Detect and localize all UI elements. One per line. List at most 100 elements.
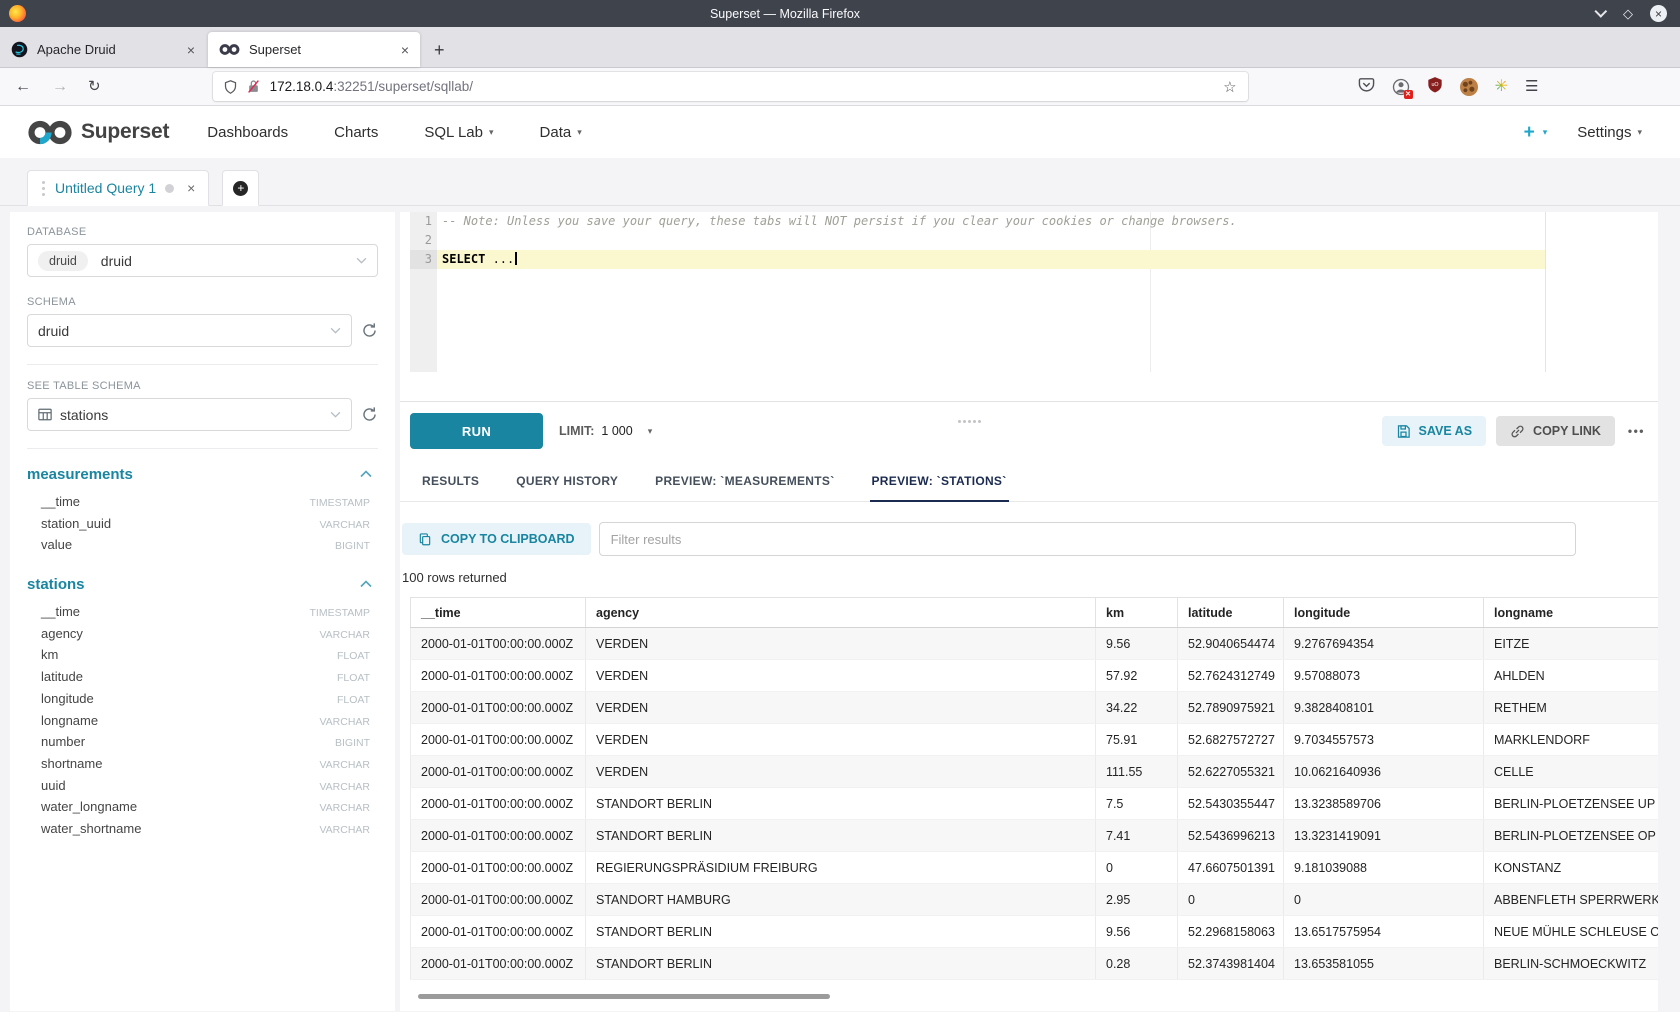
add-query-tab-button[interactable]: + bbox=[222, 170, 259, 206]
table-cell: RETHEM bbox=[1484, 692, 1659, 724]
refresh-table-icon[interactable] bbox=[361, 406, 378, 423]
menu-icon[interactable]: ☰ bbox=[1525, 79, 1538, 94]
column-name: water_shortname bbox=[41, 821, 141, 836]
pocket-icon[interactable] bbox=[1358, 76, 1375, 98]
copy-link-button[interactable]: COPY LINK bbox=[1496, 416, 1615, 446]
table-row: 2000-01-01T00:00:00.000ZREGIERUNGSPRÄSID… bbox=[411, 852, 1659, 884]
window-minimize-icon[interactable] bbox=[1594, 5, 1607, 18]
ublock-icon[interactable]: uO bbox=[1427, 76, 1443, 98]
bookmark-star-icon[interactable]: ☆ bbox=[1223, 78, 1236, 96]
firefox-icon bbox=[9, 5, 26, 22]
browser-tab-title: Superset bbox=[249, 42, 301, 57]
window-close-icon[interactable]: × bbox=[1650, 5, 1667, 22]
database-type-pill: druid bbox=[38, 251, 88, 271]
table-cell: STANDORT HAMBURG bbox=[586, 884, 1096, 916]
results-tab[interactable]: QUERY HISTORY bbox=[514, 474, 620, 501]
table-cell: 57.92 bbox=[1096, 660, 1178, 692]
new-tab-button[interactable]: + bbox=[434, 41, 445, 59]
nav-item-data[interactable]: Data▾ bbox=[540, 124, 582, 141]
column-name: station_uuid bbox=[41, 516, 111, 531]
results-tab[interactable]: PREVIEW: `STATIONS` bbox=[870, 474, 1009, 501]
results-tab[interactable]: RESULTS bbox=[420, 474, 481, 501]
extension-asterisk-icon[interactable]: ✳ bbox=[1495, 79, 1508, 95]
column-row: latitudeFLOAT bbox=[27, 669, 378, 691]
window-title: Superset — Mozilla Firefox bbox=[0, 7, 1570, 21]
table-row: 2000-01-01T00:00:00.000ZVERDEN57.9252.76… bbox=[411, 660, 1659, 692]
table-schema-label: SEE TABLE SCHEMA bbox=[27, 380, 378, 392]
run-button[interactable]: RUN bbox=[410, 413, 543, 449]
table-cell: 2000-01-01T00:00:00.000Z bbox=[411, 916, 586, 948]
add-new-button[interactable]: + bbox=[1524, 123, 1535, 142]
table-cell: 9.7034557573 bbox=[1284, 724, 1484, 756]
horizontal-scrollbar[interactable] bbox=[418, 994, 830, 999]
line-number: 3 bbox=[410, 250, 437, 269]
schema-table-header[interactable]: stations bbox=[27, 574, 378, 594]
more-options-button[interactable]: ••• bbox=[1628, 424, 1645, 438]
table-cell: 52.3743981404 bbox=[1178, 948, 1284, 980]
nav-item-dashboards[interactable]: Dashboards bbox=[207, 124, 288, 141]
window-maximize-icon[interactable]: ◇ bbox=[1623, 7, 1633, 20]
tab-close-icon[interactable]: × bbox=[177, 42, 195, 58]
table-cell: 2000-01-01T00:00:00.000Z bbox=[411, 628, 586, 660]
url-bar[interactable]: 172.18.0.4:32251/superset/sqllab/ ☆ bbox=[213, 72, 1248, 101]
superset-logo[interactable]: Superset bbox=[27, 119, 169, 146]
collapse-icon[interactable] bbox=[360, 580, 372, 588]
save-as-button[interactable]: SAVE AS bbox=[1382, 416, 1487, 446]
column-name: water_longname bbox=[41, 799, 137, 814]
plus-circle-icon: + bbox=[233, 181, 248, 196]
reload-button[interactable]: ↻ bbox=[88, 79, 101, 94]
cookie-extension-icon[interactable] bbox=[1460, 78, 1478, 96]
collapse-icon[interactable] bbox=[360, 470, 372, 478]
sqllab-content: 1-- Note: Unless you save your query, th… bbox=[400, 212, 1658, 1011]
column-row: longitudeFLOAT bbox=[27, 691, 378, 713]
column-header[interactable]: longitude bbox=[1284, 598, 1484, 628]
column-header[interactable]: agency bbox=[586, 598, 1096, 628]
query-tab-active[interactable]: Untitled Query 1 × bbox=[27, 170, 209, 206]
insecure-lock-icon[interactable] bbox=[247, 79, 260, 94]
back-button[interactable]: ← bbox=[15, 79, 31, 95]
limit-dropdown[interactable]: LIMIT: 1 000 ▾ bbox=[559, 424, 652, 438]
editor-resize-area[interactable] bbox=[400, 372, 1658, 401]
nav-item-charts[interactable]: Charts bbox=[334, 124, 378, 141]
table-cell: EITZE bbox=[1484, 628, 1659, 660]
browser-tab-superset[interactable]: Superset × bbox=[208, 32, 420, 67]
query-state-dot bbox=[165, 184, 174, 193]
schema-select[interactable]: druid bbox=[27, 314, 352, 347]
tracking-shield-icon[interactable] bbox=[223, 79, 238, 95]
table-cell: 9.2767694354 bbox=[1284, 628, 1484, 660]
sql-editor[interactable]: 1-- Note: Unless you save your query, th… bbox=[400, 212, 1658, 372]
splitter-handle-icon[interactable] bbox=[968, 420, 971, 423]
account-icon[interactable]: ✕ bbox=[1392, 78, 1410, 96]
table-select[interactable]: stations bbox=[27, 398, 352, 431]
column-type: FLOAT bbox=[337, 672, 378, 684]
table-cell: BERLIN-PLOETZENSEE OP bbox=[1484, 820, 1659, 852]
column-row: valueBIGINT bbox=[27, 537, 378, 559]
results-tbody: 2000-01-01T00:00:00.000ZVERDEN9.5652.904… bbox=[411, 628, 1659, 980]
filter-results-input[interactable] bbox=[599, 522, 1576, 556]
schema-table-header[interactable]: measurements bbox=[27, 464, 378, 484]
results-tab[interactable]: PREVIEW: `MEASUREMENTS` bbox=[653, 474, 836, 501]
column-name: shortname bbox=[41, 756, 102, 771]
settings-menu[interactable]: Settings▾ bbox=[1577, 124, 1642, 141]
forward-button[interactable]: → bbox=[52, 79, 68, 95]
browser-tab-title: Apache Druid bbox=[37, 42, 116, 57]
nav-item-sql-lab[interactable]: SQL Lab▾ bbox=[424, 124, 493, 141]
browser-tab-apache-druid[interactable]: Apache Druid × bbox=[0, 32, 206, 67]
close-icon[interactable]: × bbox=[187, 180, 195, 196]
column-header[interactable]: km bbox=[1096, 598, 1178, 628]
tab-close-icon[interactable]: × bbox=[391, 42, 409, 58]
column-header[interactable]: latitude bbox=[1178, 598, 1284, 628]
table-row: 2000-01-01T00:00:00.000ZSTANDORT HAMBURG… bbox=[411, 884, 1659, 916]
column-header[interactable]: longname bbox=[1484, 598, 1659, 628]
table-cell: 2000-01-01T00:00:00.000Z bbox=[411, 788, 586, 820]
copy-to-clipboard-button[interactable]: COPY TO CLIPBOARD bbox=[402, 523, 591, 555]
refresh-schema-icon[interactable] bbox=[361, 322, 378, 339]
drag-handle-icon[interactable] bbox=[42, 187, 45, 190]
table-cell: VERDEN bbox=[586, 628, 1096, 660]
schema-label: SCHEMA bbox=[27, 296, 378, 308]
url-text[interactable]: 172.18.0.4:32251/superset/sqllab/ bbox=[270, 79, 473, 94]
column-header[interactable]: __time bbox=[411, 598, 586, 628]
table-cell: MARKLENDORF bbox=[1484, 724, 1659, 756]
table-cell: 0.28 bbox=[1096, 948, 1178, 980]
database-select[interactable]: druid druid bbox=[27, 244, 378, 277]
